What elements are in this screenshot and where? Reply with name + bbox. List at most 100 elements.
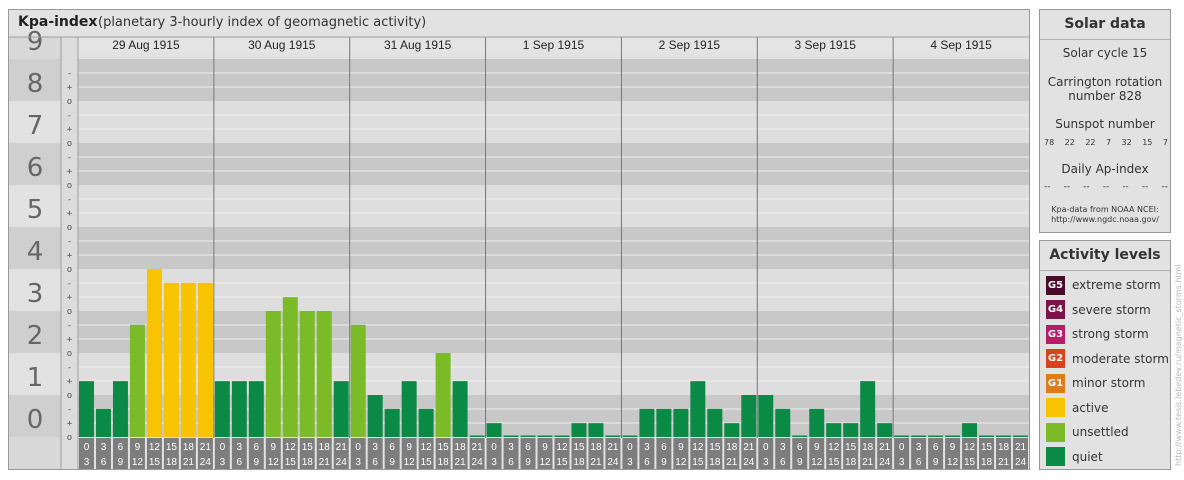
hour-start-label: 0: [491, 442, 497, 453]
hour-start-label: 18: [726, 442, 738, 453]
kpa-bar: [571, 423, 587, 437]
hour-end-label: 12: [811, 457, 823, 468]
kpa-bar: [792, 435, 808, 437]
activity-level-label: active: [1072, 400, 1109, 415]
hour-start-label: 18: [862, 442, 874, 453]
y-tick-label: 1: [27, 363, 44, 393]
activity-level-swatch: [1046, 447, 1065, 466]
hour-end-label: 15: [964, 457, 976, 468]
hour-start-label: 9: [678, 442, 684, 453]
solar-data-title: Solar data: [1040, 10, 1170, 40]
hour-end-label: 6: [916, 457, 922, 468]
activity-level-label: minor storm: [1072, 376, 1146, 390]
y-subtick-label: +: [67, 125, 73, 135]
hour-start-label: 15: [166, 442, 178, 453]
y-tick-label: 3: [27, 279, 44, 309]
hour-end-label: 18: [573, 457, 585, 468]
hour-end-label: 18: [981, 457, 993, 468]
hour-start-label: 15: [845, 442, 857, 453]
solar-cycle: Solar cycle 15: [1062, 46, 1148, 60]
grid-band: [78, 101, 1029, 143]
y-subtick-label: -: [67, 363, 72, 373]
kpa-bar: [265, 311, 281, 437]
hour-start-label: 9: [814, 442, 820, 453]
kpa-bar-chart: 29 Aug 1915 30 Aug 1915 31 Aug 1915 1 Sep 1…: [8, 9, 1030, 470]
hour-end-label: 21: [455, 457, 467, 468]
hour-end-label: 3: [899, 457, 905, 468]
hour-end-label: 15: [692, 457, 704, 468]
hour-start-label: 0: [220, 442, 226, 453]
hour-end-label: 18: [438, 457, 450, 468]
hour-end-label: 9: [661, 457, 667, 468]
y-subtick-label: o: [67, 349, 72, 359]
hour-end-label: 21: [862, 457, 874, 468]
y-subtick-label: -: [67, 237, 72, 247]
kpa-bar: [95, 408, 111, 437]
hour-end-label: 24: [336, 457, 348, 468]
kpa-bar: [656, 408, 672, 437]
ap-index-values: -- -- -- -- -- -- --: [1044, 182, 1168, 192]
hour-start-label: 12: [285, 442, 297, 453]
kpa-bar: [282, 297, 298, 437]
kpa-bar: [214, 381, 230, 437]
kpa-bar: [724, 423, 740, 437]
hour-start-label: 15: [438, 442, 450, 453]
kpa-bar: [1013, 435, 1028, 437]
kpa-bar: [622, 435, 638, 437]
kpa-bar: [843, 423, 859, 437]
hour-end-label: 9: [389, 457, 395, 468]
y-subtick-label: +: [67, 293, 73, 303]
kpa-bar: [180, 282, 196, 437]
kpa-bar: [673, 408, 689, 437]
kpa-bar: [605, 435, 621, 437]
kpa-bar: [979, 435, 995, 437]
day-label: 1 Sep 1915: [523, 38, 585, 52]
activity-level-item: G3 strong storm: [1046, 324, 1149, 344]
hour-start-label: 6: [118, 442, 124, 453]
hour-start-label: 6: [525, 442, 531, 453]
y-subtick-label: -: [67, 405, 72, 415]
kpa-bar: [486, 423, 502, 437]
ap-value: --: [1063, 182, 1071, 192]
hour-start-label: 6: [933, 442, 939, 453]
sunspot-value: 32: [1121, 138, 1132, 147]
y-subtick-label: o: [67, 181, 72, 191]
sunspot-value: 22: [1085, 138, 1096, 147]
hour-end-label: 15: [149, 457, 161, 468]
ap-value: --: [1102, 182, 1110, 192]
hour-end-label: 6: [508, 457, 514, 468]
kpa-bar: [860, 381, 876, 437]
hour-end-label: 12: [404, 457, 416, 468]
hour-start-label: 9: [271, 442, 277, 453]
y-subtick-label: o: [67, 139, 72, 149]
day-label: 3 Sep 1915: [795, 38, 857, 52]
hour-end-label: 6: [237, 457, 243, 468]
activity-level-item: G1 minor storm: [1046, 373, 1145, 393]
solar-data-panel: Solar data Solar cycle 15 Carrington rot…: [1039, 9, 1171, 233]
kpa-bar: [401, 381, 417, 437]
activity-level-item: unsettled: [1046, 422, 1129, 442]
watermark: http://www.tesis.lebedev.ru/magnetic_sto…: [1174, 264, 1183, 466]
kpa-bar: [928, 435, 944, 437]
hour-end-label: 12: [132, 457, 144, 468]
hour-end-label: 9: [933, 457, 939, 468]
activity-level-item: active: [1046, 398, 1108, 418]
y-tick-label: 8: [27, 69, 44, 99]
ap-index-title: Daily Ap-index: [1061, 162, 1149, 176]
sunspot-title: Sunspot number: [1055, 117, 1155, 131]
hour-end-label: 24: [607, 457, 619, 468]
hour-end-label: 15: [556, 457, 568, 468]
hour-start-label: 21: [743, 442, 755, 453]
ap-value: --: [1122, 182, 1129, 192]
activity-level-label: strong storm: [1072, 327, 1149, 341]
hour-start-label: 3: [508, 442, 514, 453]
carrington-rotation-label: Carrington rotation: [1047, 75, 1163, 89]
y-tick-label: 2: [27, 321, 44, 351]
hour-start-label: 9: [542, 442, 548, 453]
kpa-bar: [758, 395, 774, 437]
day-label: 4 Sep 1915: [930, 38, 992, 52]
hour-end-label: 6: [101, 457, 107, 468]
ap-value: --: [1161, 182, 1168, 192]
activity-level-swatch: G4: [1046, 300, 1065, 319]
grid-band: [78, 143, 1029, 185]
